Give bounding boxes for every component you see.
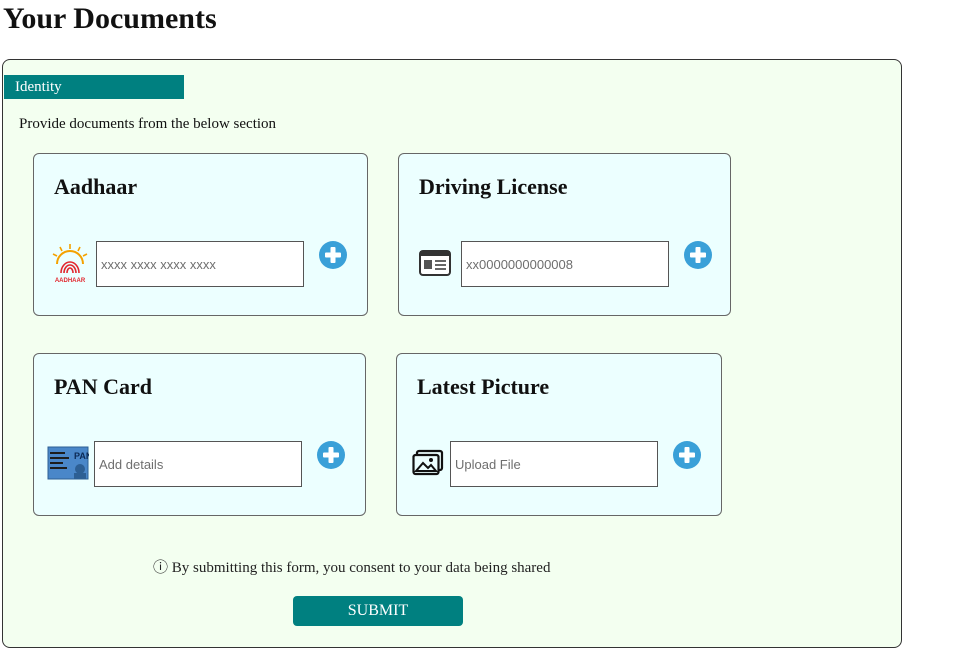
aadhaar-logo-icon: AADHAAR (49, 242, 91, 284)
pan-logo-text: PAN (74, 451, 89, 461)
latest-picture-card: Latest Picture (396, 353, 722, 516)
add-aadhaar-button[interactable] (318, 240, 348, 270)
pan-card-icon: PAN (47, 442, 89, 484)
card-title: PAN Card (54, 374, 152, 399)
add-pan-button[interactable] (316, 440, 346, 470)
consent-text: By submitting this form, you consent to … (171, 560, 551, 576)
aadhaar-logo-text: AADHAAR (55, 278, 86, 284)
plus-circle-icon (684, 241, 712, 269)
instructions-text: Provide documents from the below section (19, 116, 277, 132)
id-card-icon (414, 242, 456, 284)
add-driving-license-button[interactable] (683, 240, 713, 270)
plus-circle-icon (673, 441, 701, 469)
driving-license-card: Driving License (398, 153, 731, 316)
upload-file-input[interactable] (450, 441, 658, 487)
pan-card-card: PAN Card PAN (33, 353, 366, 516)
image-icon (411, 442, 445, 484)
consent-note: ⓘ By submitting this form, you consent t… (153, 556, 550, 577)
plus-circle-icon (319, 241, 347, 269)
driving-license-input[interactable] (461, 241, 669, 287)
submit-button[interactable]: SUBMIT (293, 596, 463, 626)
aadhaar-number-input[interactable] (96, 241, 304, 287)
section-tab-identity: Identity (4, 75, 184, 99)
card-title: Latest Picture (417, 374, 550, 399)
info-icon: ⓘ (153, 560, 169, 576)
plus-circle-icon (317, 441, 345, 469)
add-picture-button[interactable] (672, 440, 702, 470)
identity-panel: Identity Provide documents from the belo… (2, 59, 902, 648)
page-title: Your Documents (3, 2, 217, 35)
aadhaar-card: Aadhaar AADHAAR (33, 153, 368, 316)
card-title: Aadhaar (54, 174, 138, 199)
pan-details-input[interactable] (94, 441, 302, 487)
card-title: Driving License (419, 174, 568, 199)
